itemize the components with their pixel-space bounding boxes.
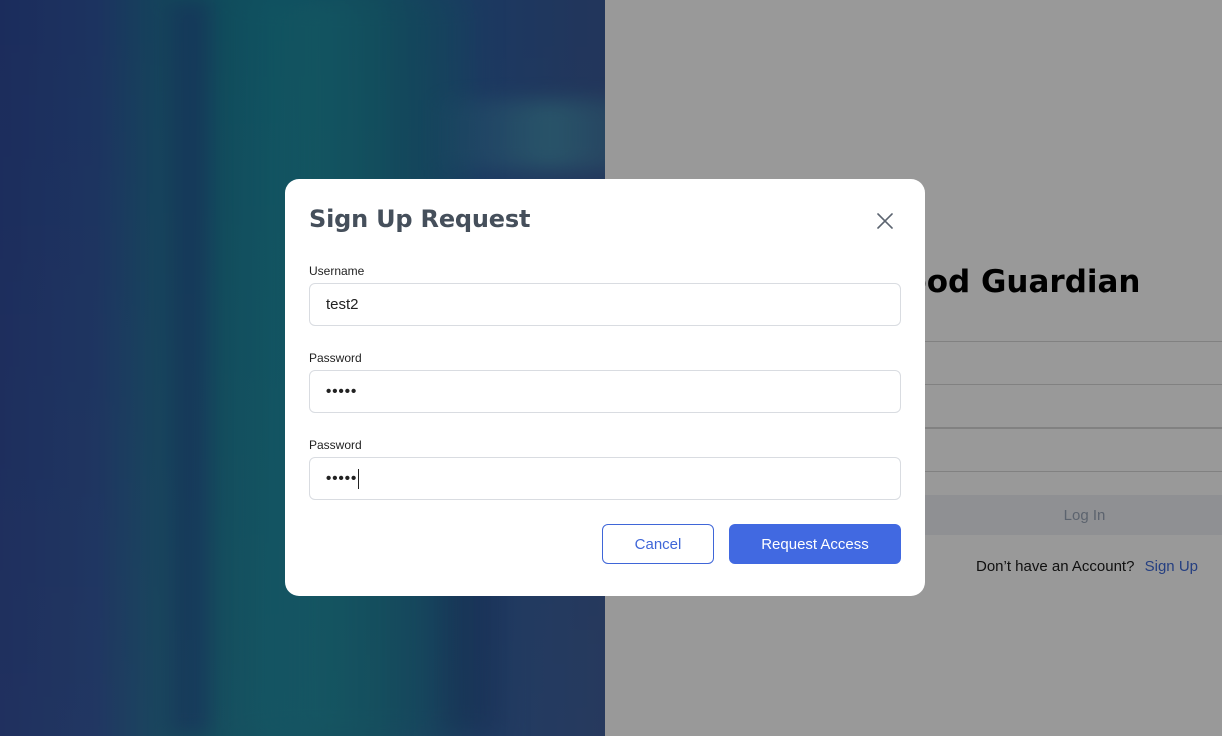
signup-request-modal: Sign Up Request Username test2 Password … bbox=[285, 179, 925, 596]
modal-title: Sign Up Request bbox=[309, 205, 531, 233]
username-label: Username bbox=[309, 264, 365, 278]
cancel-button-label: Cancel bbox=[634, 535, 682, 553]
confirm-password-value: ••••• bbox=[326, 470, 358, 487]
confirm-password-label: Password bbox=[309, 438, 362, 452]
password-label: Password bbox=[309, 351, 362, 365]
request-access-button[interactable]: Request Access bbox=[729, 524, 901, 564]
cancel-button[interactable]: Cancel bbox=[602, 524, 714, 564]
username-value: test2 bbox=[326, 296, 359, 313]
confirm-password-input[interactable]: ••••• bbox=[309, 457, 901, 500]
request-access-button-label: Request Access bbox=[761, 535, 869, 553]
password-value: ••••• bbox=[326, 383, 358, 400]
close-icon bbox=[877, 213, 893, 229]
password-input[interactable]: ••••• bbox=[309, 370, 901, 413]
close-button[interactable] bbox=[873, 209, 897, 233]
username-input[interactable]: test2 bbox=[309, 283, 901, 326]
text-caret bbox=[358, 468, 360, 489]
